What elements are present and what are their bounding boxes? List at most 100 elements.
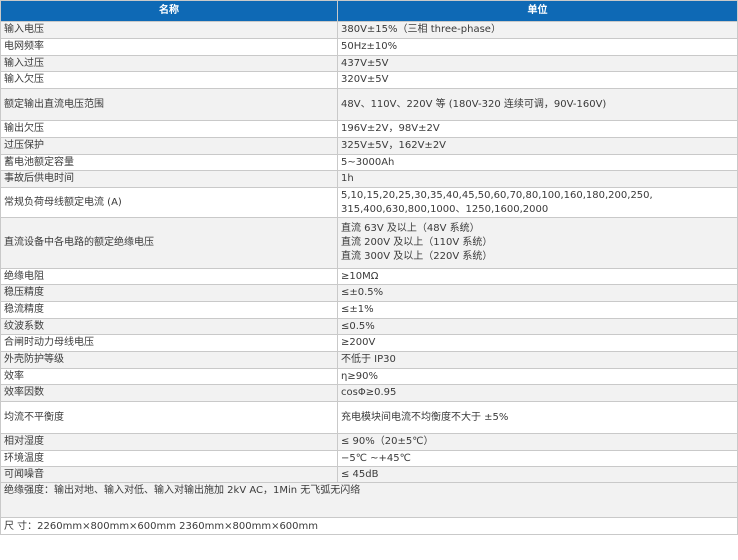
spec-table: 名称 单位 输入电压 380V±15%（三相 three-phase） 电网频率 50… (0, 0, 738, 535)
spec-name-cell: 常规负荷母线额定电流 (A) (0, 187, 338, 218)
spec-name-cell: 事故后供电时间 (0, 170, 338, 188)
table-row: 输入欠压 320V±5V (0, 71, 738, 89)
spec-value-cell: η≥90% (337, 368, 738, 385)
spec-value-cell: 5~3000Ah (337, 154, 738, 171)
header-row: 名称 单位 (0, 0, 738, 22)
spec-value-line: ≤±1% (341, 304, 374, 315)
spec-value-line: 直流 300V 及以上（220V 系统） (341, 251, 493, 262)
spec-value-line: 50Hz±10% (341, 41, 398, 52)
table-row: 效率因数 cosΦ≥0.95 (0, 384, 738, 402)
spec-name-cell: 输出欠压 (0, 120, 338, 138)
table-row: 输入电压 380V±15%（三相 three-phase） (0, 21, 738, 39)
spec-value-cell: 1h (337, 170, 738, 188)
spec-name-cell: 输入欠压 (0, 71, 338, 89)
table-row: 相对湿度 ≤ 90%（20±5℃） (0, 433, 738, 451)
spec-name-cell: 外壳防护等级 (0, 351, 338, 369)
spec-value-cell: 50Hz±10% (337, 38, 738, 56)
spec-value-line: ≤ 90%（20±5℃） (341, 436, 434, 447)
spec-name-cell: 稳流精度 (0, 301, 338, 319)
table-row: 过压保护 325V±5V，162V±2V (0, 137, 738, 155)
spec-name-cell: 效率因数 (0, 384, 338, 402)
spec-name-cell: 效率 (0, 368, 338, 385)
spec-value-line: 437V±5V (341, 57, 389, 69)
footnote-row-insulation: 绝缘强度：输出对地、输入对低、输入对输出施加 2kV AC，1Min 无飞弧无闪… (0, 482, 738, 518)
spec-name-cell: 合闸时动力母线电压 (0, 334, 338, 352)
spec-name-cell: 过压保护 (0, 137, 338, 155)
footnote-row-dimensions: 尺 寸：2260mm×800mm×600mm 2360mm×800mm×600m… (0, 517, 738, 535)
spec-value-line: 充电模块间电流不均衡度不大于 ±5% (341, 411, 509, 423)
table-row: 环境温度 −5℃ ~+45℃ (0, 450, 738, 467)
spec-value-line: 315,400,630,800,1000、1250,1600,2000 (341, 203, 549, 215)
table-row: 蓄电池额定容量 5~3000Ah (0, 154, 738, 171)
spec-name-cell: 蓄电池额定容量 (0, 154, 338, 171)
table-row: 电网频率 50Hz±10% (0, 38, 738, 56)
spec-name-cell: 输入电压 (0, 21, 338, 39)
spec-value-cell: 437V±5V (337, 55, 738, 72)
spec-value-line: 直流 200V 及以上（110V 系统） (341, 237, 493, 248)
table-row: 直流设备中各电路的额定绝缘电压 直流 63V 及以上（48V 系统） 直流 200V… (0, 217, 738, 269)
spec-value-line: 5,10,15,20,25,30,35,40,45,50,60,70,80,10… (341, 189, 653, 201)
spec-value-cell: 充电模块间电流不均衡度不大于 ±5% (337, 401, 738, 434)
spec-name-cell: 纹波系数 (0, 318, 338, 335)
spec-name-cell: 稳压精度 (0, 284, 338, 302)
spec-name-cell: 直流设备中各电路的额定绝缘电压 (0, 217, 338, 269)
table-row: 可闻噪音 ≤ 45dB (0, 466, 738, 483)
spec-value-line: ≤0.5% (341, 320, 375, 332)
spec-value-cell: 5,10,15,20,25,30,35,40,45,50,60,70,80,10… (337, 187, 738, 218)
spec-name-cell: 可闻噪音 (0, 466, 338, 483)
spec-value-cell: ≤ 90%（20±5℃） (337, 433, 738, 451)
spec-value-cell: −5℃ ~+45℃ (337, 450, 738, 467)
spec-value-line: 直流 63V 及以上（48V 系统） (341, 223, 480, 234)
spec-value-cell: ≤±0.5% (337, 284, 738, 302)
spec-value-cell: 直流 63V 及以上（48V 系统） 直流 200V 及以上（110V 系统） 直流… (337, 217, 738, 269)
dimensions-note: 尺 寸：2260mm×800mm×600mm 2360mm×800mm×600m… (0, 517, 738, 535)
spec-value-line: −5℃ ~+45℃ (341, 452, 411, 464)
spec-name-cell: 输入过压 (0, 55, 338, 72)
spec-value-line: 不低于 IP30 (341, 354, 396, 365)
spec-value-cell: ≤±1% (337, 301, 738, 319)
table-row: 合闸时动力母线电压 ≥200V (0, 334, 738, 352)
spec-value-line: ≥10MΩ (341, 270, 379, 282)
table-row: 稳流精度 ≤±1% (0, 301, 738, 319)
spec-name-cell: 环境温度 (0, 450, 338, 467)
column-header-name: 名称 (0, 0, 338, 22)
spec-value-cell: 196V±2V，98V±2V (337, 120, 738, 138)
table-row: 输出欠压 196V±2V，98V±2V (0, 120, 738, 138)
table-row: 常规负荷母线额定电流 (A) 5,10,15,20,25,30,35,40,45,… (0, 187, 738, 218)
spec-name-cell: 绝缘电阻 (0, 268, 338, 285)
spec-value-line: η≥90% (341, 370, 378, 382)
insulation-note: 绝缘强度：输出对地、输入对低、输入对输出施加 2kV AC，1Min 无飞弧无闪… (0, 482, 738, 518)
spec-value-line: cosΦ≥0.95 (341, 387, 397, 398)
spec-name-cell: 电网频率 (0, 38, 338, 56)
table-row: 均流不平衡度 充电模块间电流不均衡度不大于 ±5% (0, 401, 738, 434)
spec-value-cell: 不低于 IP30 (337, 351, 738, 369)
spec-value-line: 320V±5V (341, 74, 389, 85)
table-row: 事故后供电时间 1h (0, 170, 738, 188)
table-row: 绝缘电阻 ≥10MΩ (0, 268, 738, 285)
spec-value-line: 196V±2V，98V±2V (341, 123, 440, 134)
spec-value-line: ≤±0.5% (341, 287, 384, 298)
spec-value-cell: 48V、110V、220V 等 (180V-320 连续可调，90V-160V) (337, 88, 738, 121)
spec-value-line: ≤ 45dB (341, 468, 379, 480)
spec-name-cell: 均流不平衡度 (0, 401, 338, 434)
spec-value-line: 48V、110V、220V 等 (180V-320 连续可调，90V-160V) (341, 98, 607, 110)
spec-value-cell: cosΦ≥0.95 (337, 384, 738, 402)
spec-value-cell: 320V±5V (337, 71, 738, 89)
spec-value-cell: ≥200V (337, 334, 738, 352)
spec-value-line: 1h (341, 173, 354, 184)
spec-value-cell: 325V±5V，162V±2V (337, 137, 738, 155)
spec-name-cell: 相对湿度 (0, 433, 338, 451)
spec-value-cell: ≥10MΩ (337, 268, 738, 285)
table-row: 效率 η≥90% (0, 368, 738, 385)
table-row: 稳压精度 ≤±0.5% (0, 284, 738, 302)
spec-name-cell: 额定输出直流电压范围 (0, 88, 338, 121)
table-row: 纹波系数 ≤0.5% (0, 318, 738, 335)
spec-value-cell: ≤0.5% (337, 318, 738, 335)
table-row: 输入过压 437V±5V (0, 55, 738, 72)
column-header-unit: 单位 (337, 0, 738, 22)
spec-value-cell: 380V±15%（三相 three-phase） (337, 21, 738, 39)
spec-value-line: 5~3000Ah (341, 156, 395, 168)
table-row: 外壳防护等级 不低于 IP30 (0, 351, 738, 369)
spec-value-line: ≥200V (341, 337, 376, 348)
table-row: 额定输出直流电压范围 48V、110V、220V 等 (180V-320 连续可调… (0, 88, 738, 121)
